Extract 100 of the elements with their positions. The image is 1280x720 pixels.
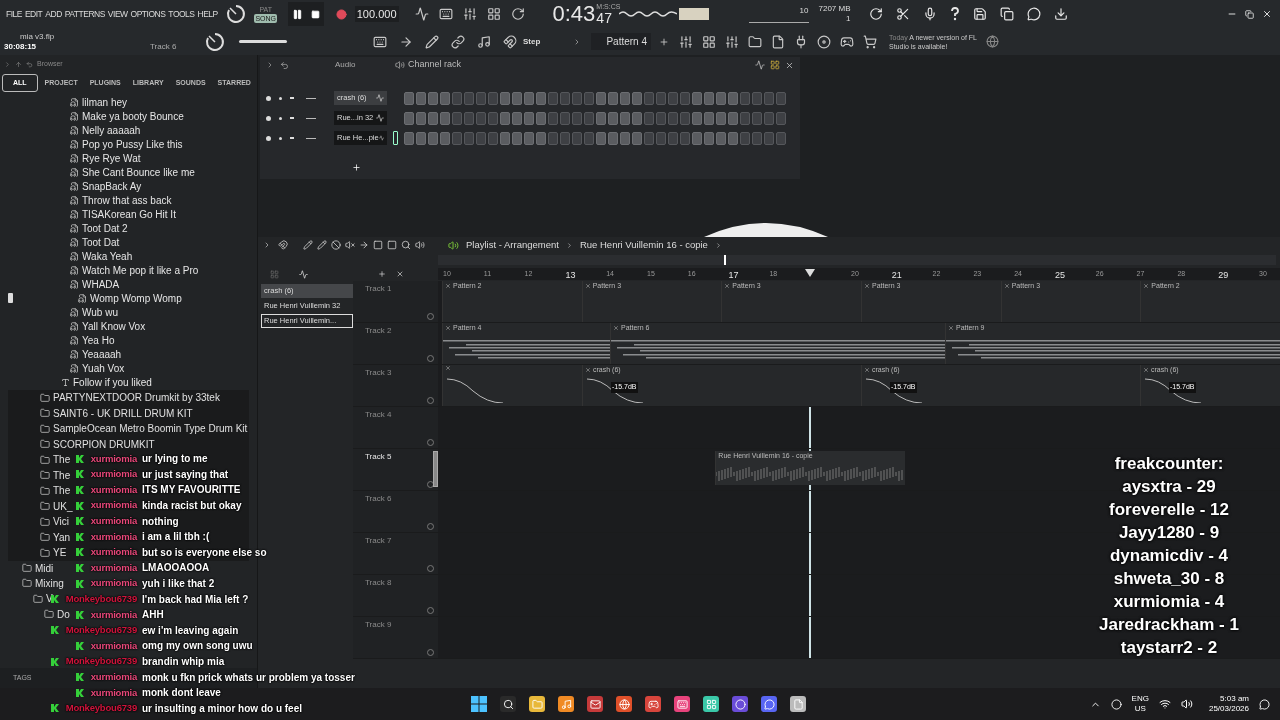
folder-item[interactable]: SampleOcean Metro Boomin Type Drum Kit [53, 421, 248, 437]
browser-item[interactable]: Pop yo Pussy Like this [82, 136, 183, 152]
clock-time[interactable]: 5:03 am [1220, 694, 1249, 704]
polyphony-reading: 1 [846, 14, 851, 24]
pattern-selector[interactable]: Pattern 4 [591, 33, 651, 50]
chat-username: Monkeybou6739 [65, 623, 137, 638]
browser-item[interactable]: Yuah Vox [82, 360, 125, 376]
chat-message: brandin whip mia [142, 655, 225, 669]
chat-message: ur lying to me [142, 452, 208, 467]
menu-item[interactable]: OPTIONS [130, 7, 166, 21]
chat-message: omg my own song uwu [142, 639, 253, 654]
menu-item[interactable]: ADD [45, 7, 62, 21]
project-duration: 30:08:15 [4, 41, 38, 52]
snap-selector[interactable]: Step [523, 35, 573, 48]
menu-item[interactable]: PATTERNS [64, 7, 105, 21]
chat-username: xurmiomia [90, 685, 137, 700]
bar-number: 13 [565, 269, 576, 282]
counter-entry: Jayy1280 - 9 [1118, 522, 1220, 544]
browser-item[interactable]: Make ya booty Bounce [82, 108, 184, 124]
chat-username: xurmiomia [90, 545, 137, 560]
chat-username: xurmiomia [90, 514, 137, 529]
folder-item[interactable]: The [53, 483, 71, 499]
browser-item[interactable]: Wub wu [82, 304, 118, 320]
chat-message: nothing [142, 514, 179, 529]
folder-item[interactable]: The [53, 452, 71, 468]
menu-item[interactable]: EDIT [24, 7, 43, 21]
chat-message: LMAOOAOOA [142, 561, 210, 576]
counter-entry: dynamicdiv - 4 [1109, 545, 1229, 567]
browser-item[interactable]: She Cant Bounce like me [82, 164, 195, 180]
browser-item[interactable]: Follow if you liked [73, 374, 152, 390]
folder-item[interactable]: Vici [53, 514, 69, 530]
browser-item[interactable]: Watch Me pop it like a Pro [82, 262, 199, 278]
bar-number: 21 [891, 269, 902, 282]
browser-item[interactable]: Yea Ho [82, 332, 115, 348]
counter-entry: shweta_30 - 8 [1113, 568, 1225, 590]
folder-item[interactable]: Yan [53, 529, 71, 545]
chat-username: Monkeybou6739 [65, 701, 137, 716]
folder-item[interactable]: SCORPION DRUMKIT [53, 436, 155, 452]
menu-item[interactable]: HELP [197, 7, 218, 21]
browser-item[interactable]: WHADA [82, 276, 120, 292]
folder-item[interactable]: SAINT6 - UK DRILL DRUM KIT [53, 405, 193, 421]
browser-item[interactable]: SnapBack Ay [82, 178, 142, 194]
memory-reading: 7207 MB [818, 4, 851, 14]
folder-item[interactable]: Do [57, 606, 70, 622]
chat-message: I'm back had Mia left ? [142, 592, 249, 607]
chat-message: yuh i like that 2 [142, 577, 215, 592]
counter-entry: aysxtra - 29 [1122, 476, 1216, 498]
browser-item[interactable]: Yall Know Vox [82, 318, 146, 334]
channel-filter[interactable]: Audio [335, 59, 395, 71]
region-indicator[interactable]: US [1134, 704, 1146, 714]
browser-item[interactable]: lilman hey [82, 95, 128, 110]
browser-item[interactable]: Nelly aaaaah [82, 122, 141, 138]
chat-message: monk dont leave [142, 686, 221, 701]
bar-number: 17 [728, 269, 739, 282]
chat-message: i am a lil tbh :( [142, 530, 210, 545]
language-indicator[interactable]: ENG [1131, 694, 1149, 704]
counter-title: freakcounter: [1114, 453, 1224, 475]
browser-item[interactable]: Toot Dat [82, 234, 120, 250]
counter-entry: taystarr2 - 2 [1120, 637, 1218, 659]
browser-item[interactable]: Throw that ass back [82, 192, 172, 208]
counter-entry: xurmiomia - 4 [1113, 591, 1225, 613]
folder-item[interactable]: YE [53, 545, 67, 561]
browser-item[interactable]: TISAKorean Go Hit It [82, 206, 176, 222]
folder-item[interactable]: PARTYNEXTDOOR Drumkit by 33tek [53, 390, 220, 406]
menu-item[interactable]: TOOLS [168, 7, 195, 21]
chat-username: xurmiomia [90, 451, 137, 466]
browser-item[interactable]: Yeaaaah [82, 346, 122, 362]
browser-item[interactable]: Womp Womp Womp [90, 290, 182, 306]
arrangement-selector[interactable]: Rue Henri Vuillemin 16 - copie [579, 237, 708, 253]
project-file-name: mia v3.flp [19, 31, 56, 42]
time-subdisplay: 47 [596, 11, 612, 26]
chat-username: xurmiomia [90, 607, 137, 622]
menu-item[interactable]: VIEW [107, 7, 128, 21]
window-title: Channel rack [408, 58, 462, 72]
chat-username: xurmiomia [90, 529, 137, 544]
chat-message: ITS MY FAVOURITTE [142, 483, 241, 498]
menu-item[interactable]: FILE [6, 7, 22, 21]
chat-message: ew i'm leaving again [142, 623, 239, 638]
chat-username: xurmiomia [90, 670, 137, 684]
folder-item[interactable]: The [53, 467, 71, 483]
folder-item[interactable]: Mixing [35, 575, 64, 591]
bar-number: 29 [1218, 269, 1229, 282]
chat-username: xurmiomia [90, 467, 137, 482]
time-display: 0:43 [552, 2, 596, 26]
bar-number: 25 [1055, 269, 1065, 282]
chat-username: xurmiomia [90, 638, 137, 653]
chat-username: xurmiomia [90, 498, 137, 513]
tempo-display[interactable]: 100.000 [354, 5, 399, 23]
browser-item[interactable]: Waka Yeah [82, 248, 133, 264]
folder-item[interactable]: UK_ [53, 498, 73, 514]
folder-item[interactable]: Midi [35, 560, 54, 576]
chat-username: xurmiomia [90, 560, 137, 575]
chat-username: xurmiomia [90, 482, 137, 497]
clock-date[interactable]: 25/03/2026 [1208, 704, 1249, 714]
cpu-reading: 10 [799, 5, 809, 16]
window-title: Playlist - Arrangement [466, 237, 559, 252]
chat-username: Monkeybou6739 [65, 592, 137, 606]
chat-message: kinda racist but okay [142, 499, 242, 514]
browser-item[interactable]: Toot Dat 2 [82, 220, 128, 236]
browser-item[interactable]: Rye Rye Wat [82, 150, 141, 166]
